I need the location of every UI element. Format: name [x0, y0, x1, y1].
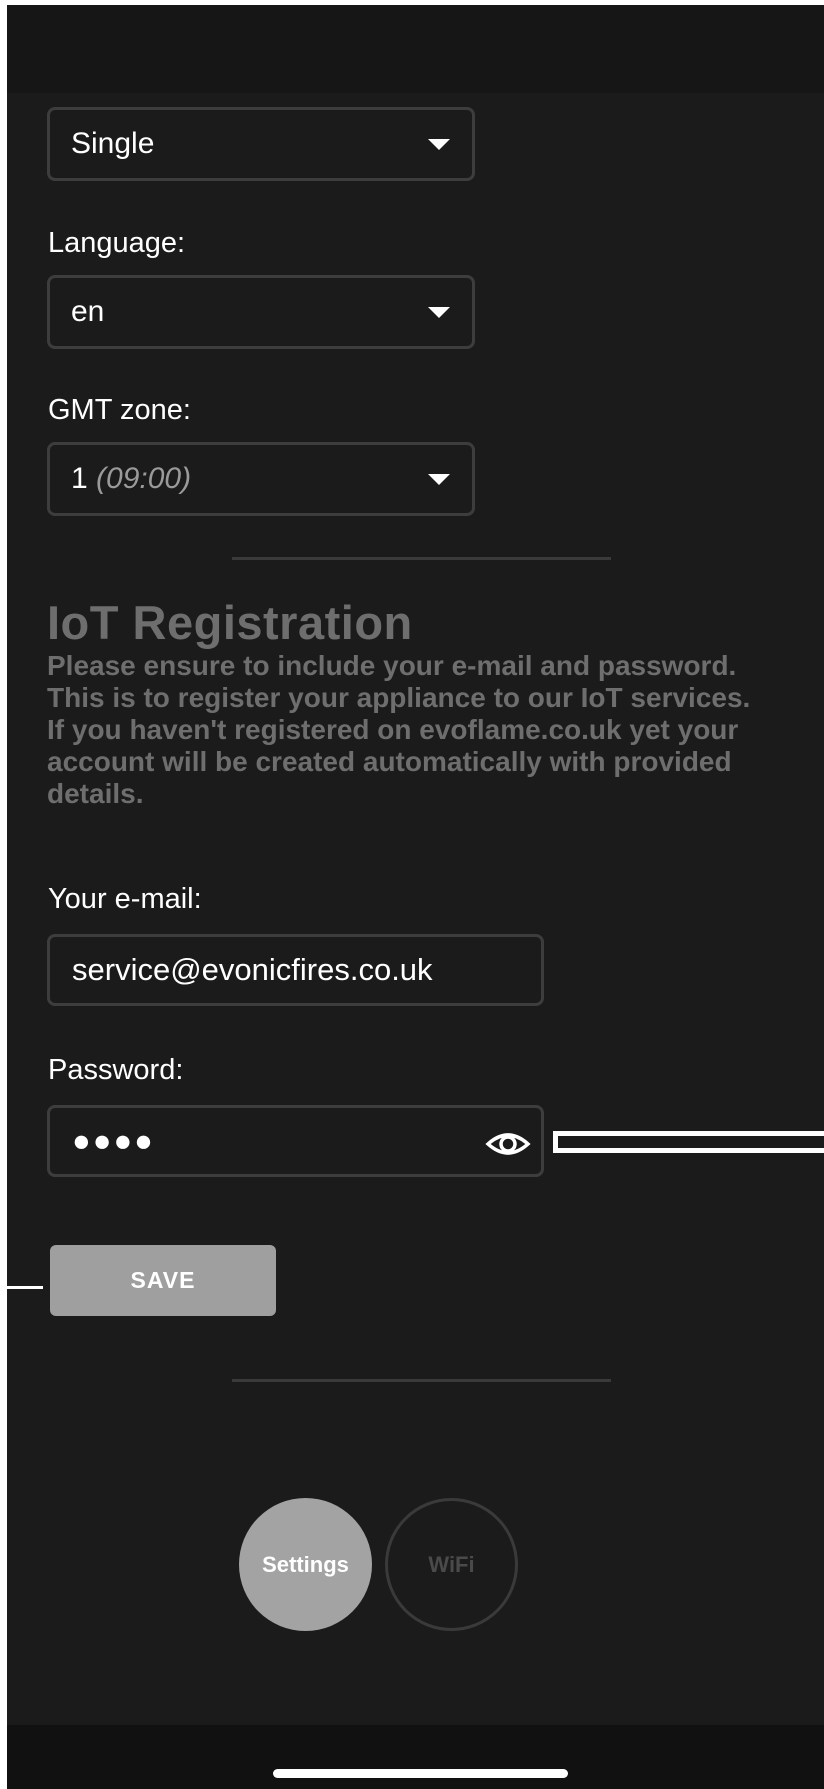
iot-registration-description: Please ensure to include your e-mail and…: [47, 650, 787, 810]
nav-wifi-button[interactable]: WiFi: [385, 1498, 518, 1631]
section-divider: [232, 557, 611, 560]
password-label: Password:: [48, 1054, 184, 1086]
chevron-down-icon: [428, 139, 450, 150]
mode-select[interactable]: Single: [47, 107, 475, 181]
annotation-tick: [7, 1286, 43, 1289]
eye-icon[interactable]: [485, 1121, 531, 1161]
iot-description-line: If you haven't registered on evoflame.co…: [47, 714, 739, 809]
nav-settings-button[interactable]: Settings: [239, 1498, 372, 1631]
save-button[interactable]: SAVE: [50, 1245, 276, 1316]
language-select-value: en: [71, 295, 105, 328]
home-indicator[interactable]: [273, 1769, 568, 1778]
chevron-down-icon: [428, 307, 450, 318]
language-select[interactable]: en: [47, 275, 475, 349]
iot-registration-title: IoT Registration: [47, 596, 413, 649]
annotation-connector: [553, 1131, 824, 1153]
gmt-zone-hint: (09:00): [96, 462, 192, 495]
gmt-zone-value: 1: [71, 462, 88, 495]
email-label: Your e-mail:: [48, 883, 202, 915]
mode-select-value: Single: [71, 127, 155, 160]
email-field-value: service@evonicfires.co.uk: [72, 952, 433, 987]
password-field[interactable]: ●●●●: [47, 1105, 544, 1177]
status-bar: [7, 5, 824, 93]
section-divider: [232, 1379, 611, 1382]
chevron-down-icon: [428, 474, 450, 485]
gmt-zone-label: GMT zone:: [48, 394, 191, 426]
app-screen: Single Language: en GMT zone: 1 (09:00) …: [7, 5, 824, 1789]
iot-description-line: Please ensure to include your e-mail and…: [47, 650, 751, 713]
bottom-bar: [7, 1725, 824, 1789]
email-field[interactable]: service@evonicfires.co.uk: [47, 934, 544, 1006]
password-field-value: ●●●●: [72, 1123, 155, 1158]
gmt-zone-select[interactable]: 1 (09:00): [47, 442, 475, 516]
language-label: Language:: [48, 227, 186, 259]
